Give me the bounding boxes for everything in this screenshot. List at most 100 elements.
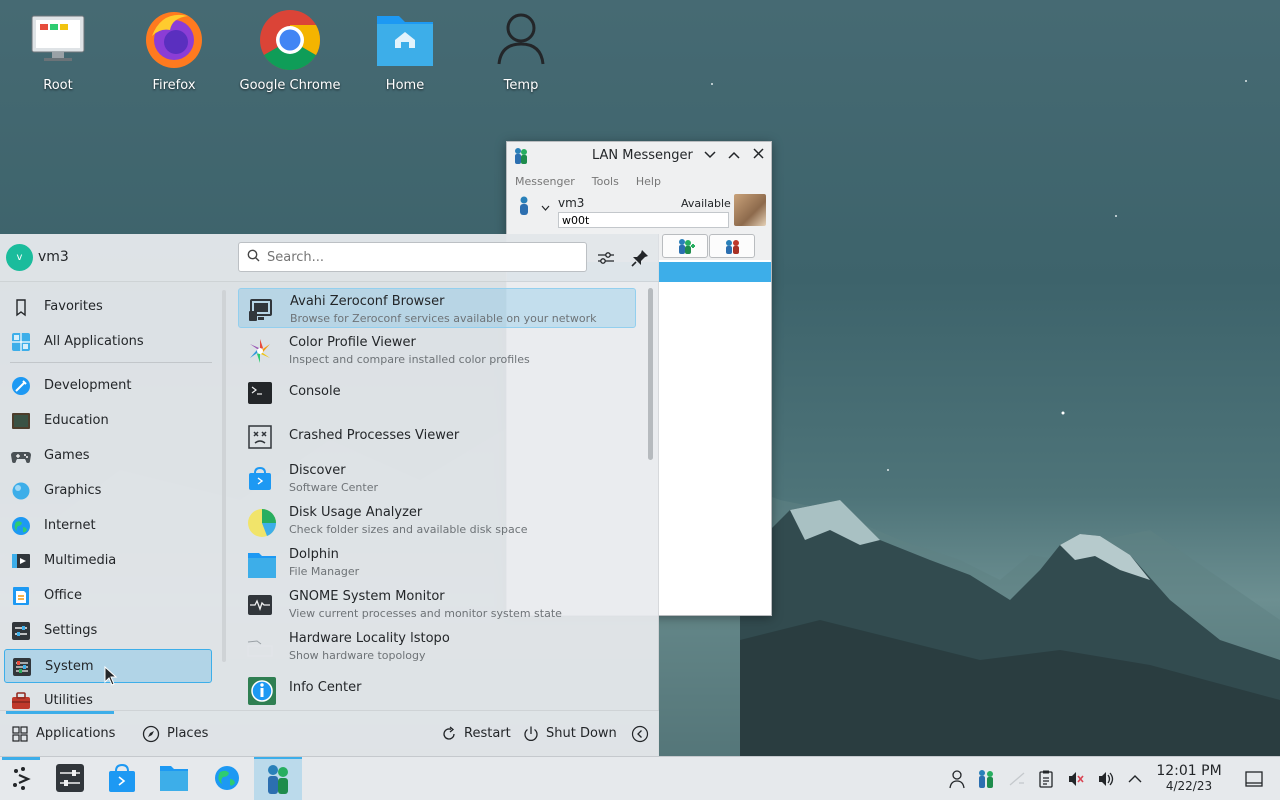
user-avatar[interactable] — [734, 194, 766, 226]
category-office[interactable]: Office — [4, 579, 212, 613]
desktop-icon-home[interactable]: Home — [353, 6, 457, 93]
category-label: Education — [44, 413, 109, 428]
close-button[interactable] — [748, 146, 768, 166]
globe-icon — [11, 516, 31, 536]
toolbox-icon — [11, 691, 31, 711]
application-scrollbar[interactable] — [648, 288, 653, 460]
broadcast-button[interactable] — [709, 234, 755, 258]
tab-places[interactable]: Places — [142, 723, 212, 745]
color-wheel-icon — [247, 338, 273, 364]
category-internet[interactable]: Internet — [4, 509, 212, 543]
app-item-dolphin[interactable]: Dolphin File Manager — [238, 542, 636, 582]
more-power-options-button[interactable] — [631, 723, 649, 745]
category-label: All Applications — [44, 334, 144, 349]
firefox-icon — [142, 6, 206, 70]
maximize-button[interactable] — [724, 146, 744, 166]
app-item-crashed-processes-viewer[interactable]: Crashed Processes Viewer — [238, 416, 636, 456]
app-item-info-center[interactable]: Info Center — [238, 668, 636, 708]
tab-label: Places — [167, 726, 209, 741]
show-desktop-button[interactable] — [1244, 769, 1264, 789]
application-launcher-button[interactable] — [7, 763, 37, 793]
taskbar-dolphin[interactable] — [159, 763, 189, 793]
category-graphics[interactable]: Graphics — [4, 474, 212, 508]
category-label: Utilities — [44, 693, 93, 708]
clipboard-icon[interactable] — [1036, 769, 1056, 789]
avatar[interactable]: v — [6, 244, 33, 271]
user-name: vm3 — [38, 249, 69, 265]
category-multimedia[interactable]: Multimedia — [4, 544, 212, 578]
taskbar-system-settings[interactable] — [55, 763, 85, 793]
app-description: Check folder sizes and available disk sp… — [289, 523, 528, 536]
category-label: Internet — [44, 518, 96, 533]
app-item-discover[interactable]: Discover Software Center — [238, 458, 636, 498]
volume-icon[interactable] — [1096, 769, 1116, 789]
user-name: vm3 — [558, 196, 585, 210]
status-dropdown-chevron-icon[interactable] — [541, 200, 550, 215]
desktop-icon-label: Temp — [503, 78, 539, 93]
network-icon[interactable] — [1007, 769, 1027, 789]
tab-applications[interactable]: Applications — [12, 723, 116, 745]
desktop-icon-firefox[interactable]: Firefox — [122, 6, 226, 93]
restart-button[interactable]: Restart — [440, 723, 511, 745]
minimize-button[interactable] — [700, 146, 720, 166]
shutdown-button[interactable]: Shut Down — [522, 723, 617, 745]
app-item-color-profile-viewer[interactable]: Color Profile Viewer Inspect and compare… — [238, 330, 636, 370]
category-favorites[interactable]: Favorites — [4, 290, 212, 324]
application-list: Avahi Zeroconf Browser Browse for Zeroco… — [238, 288, 638, 712]
digital-clock[interactable]: 12:01 PM 4/22/23 — [1150, 763, 1228, 793]
taskbar-web-browser[interactable] — [212, 763, 242, 793]
configure-button[interactable] — [594, 246, 618, 270]
graphics-icon — [11, 481, 31, 501]
gamepad-icon — [11, 446, 31, 466]
category-games[interactable]: Games — [4, 439, 212, 473]
lan-messenger-titlebar[interactable]: LAN Messenger — [507, 142, 771, 170]
status-message-input[interactable] — [558, 212, 729, 228]
menu-tools[interactable]: Tools — [592, 175, 619, 188]
settings-icon — [11, 621, 31, 641]
user-switcher-icon[interactable] — [947, 769, 967, 789]
app-description: Show hardware topology — [289, 649, 426, 662]
show-hidden-icons-chevron-up-icon[interactable] — [1125, 769, 1145, 789]
desktop-icon-root[interactable]: Root — [6, 6, 110, 93]
add-contact-button[interactable] — [662, 234, 708, 258]
folder-icon — [247, 550, 276, 578]
taskbar-lan-messenger-active[interactable] — [254, 757, 302, 800]
category-education[interactable]: Education — [4, 404, 212, 438]
desktop-icon-label: Firefox — [152, 78, 196, 93]
app-name: Info Center — [289, 680, 362, 695]
app-item-console[interactable]: Console — [238, 372, 636, 412]
app-item-disk-usage-analyzer[interactable]: Disk Usage Analyzer Check folder sizes a… — [238, 500, 636, 540]
topology-icon — [247, 634, 273, 660]
mouse-cursor-icon — [104, 666, 118, 686]
taskbar-discover[interactable] — [107, 763, 137, 793]
desktop-icon-label: Google Chrome — [239, 78, 341, 93]
app-item-hardware-locality-lstopo[interactable]: Hardware Locality lstopo Show hardware t… — [238, 626, 636, 666]
category-label: Favorites — [44, 299, 103, 314]
pin-button[interactable] — [628, 246, 652, 270]
desktop-icon-google-chrome[interactable]: Google Chrome — [238, 6, 342, 93]
education-icon — [11, 411, 31, 431]
category-scrollbar[interactable] — [222, 290, 226, 662]
desktop-icon-temp[interactable]: Temp — [469, 6, 573, 93]
app-name: Discover — [289, 463, 346, 478]
user-icon — [489, 6, 553, 70]
crash-icon — [247, 424, 273, 450]
category-settings[interactable]: Settings — [4, 614, 212, 648]
restart-icon — [443, 726, 455, 740]
compass-icon — [142, 725, 160, 743]
app-item-gnome-system-monitor[interactable]: GNOME System Monitor View current proces… — [238, 584, 636, 624]
category-separator — [10, 362, 212, 363]
lan-messenger-tray-icon[interactable] — [976, 769, 996, 789]
app-item-avahi-zeroconf-browser[interactable]: Avahi Zeroconf Browser Browse for Zeroco… — [238, 288, 636, 328]
menu-messenger[interactable]: Messenger — [515, 175, 575, 188]
desktop-icon-label: Root — [43, 78, 73, 93]
category-label: Office — [44, 588, 82, 603]
lan-messenger-icon — [268, 765, 288, 794]
category-all-applications[interactable]: All Applications — [4, 325, 212, 359]
audio-muted-icon[interactable] — [1066, 769, 1086, 789]
search-input[interactable] — [238, 242, 587, 272]
bookmark-icon — [11, 297, 31, 317]
menu-help[interactable]: Help — [636, 175, 661, 188]
availability-status[interactable]: Available — [681, 197, 731, 210]
category-development[interactable]: Development — [4, 369, 212, 403]
